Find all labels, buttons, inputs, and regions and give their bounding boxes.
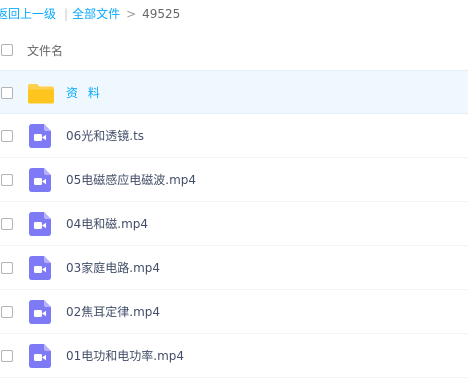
file-name[interactable]: 05电磁感应电磁波.mp4 xyxy=(66,171,196,188)
file-name[interactable]: 01电功和电功率.mp4 xyxy=(66,347,184,364)
back-link[interactable]: 返回上一级 xyxy=(0,7,56,21)
file-list: 资 料 06光和透镜.ts 05电磁感应电磁波.mp4 04电和磁.mp4 03… xyxy=(0,70,468,378)
breadcrumb-current: 49525 xyxy=(142,7,181,21)
video-file-icon xyxy=(29,256,51,280)
list-item[interactable]: 05电磁感应电磁波.mp4 xyxy=(0,158,468,202)
list-item[interactable]: 资 料 xyxy=(0,70,468,114)
file-name[interactable]: 04电和磁.mp4 xyxy=(66,215,148,232)
row-checkbox[interactable] xyxy=(1,174,13,186)
row-checkbox[interactable] xyxy=(1,262,13,274)
list-item[interactable]: 02焦耳定律.mp4 xyxy=(0,290,468,334)
file-name[interactable]: 03家庭电路.mp4 xyxy=(66,259,160,276)
row-checkbox[interactable] xyxy=(1,306,13,318)
folder-icon xyxy=(28,84,54,104)
video-file-icon xyxy=(29,124,51,148)
breadcrumb-separator-bar: | xyxy=(64,7,69,21)
video-file-icon xyxy=(29,168,51,192)
file-name[interactable]: 02焦耳定律.mp4 xyxy=(66,303,160,320)
breadcrumb-separator: > xyxy=(126,7,137,21)
video-file-icon xyxy=(29,300,51,324)
list-item[interactable]: 03家庭电路.mp4 xyxy=(0,246,468,290)
breadcrumb: 返回上一级 | 全部文件 >49525 xyxy=(0,0,468,28)
list-item[interactable]: 04电和磁.mp4 xyxy=(0,202,468,246)
list-item[interactable]: 06光和透镜.ts xyxy=(0,114,468,158)
select-all-checkbox[interactable] xyxy=(1,44,13,56)
list-header: 文件名 xyxy=(0,30,468,70)
row-checkbox[interactable] xyxy=(1,130,13,142)
row-checkbox[interactable] xyxy=(1,87,13,99)
row-checkbox[interactable] xyxy=(1,350,13,362)
file-name[interactable]: 资 料 xyxy=(66,84,103,101)
column-header-filename[interactable]: 文件名 xyxy=(27,42,63,59)
list-item[interactable]: 01电功和电功率.mp4 xyxy=(0,334,468,378)
row-checkbox[interactable] xyxy=(1,218,13,230)
all-files-link[interactable]: 全部文件 xyxy=(72,7,120,21)
file-name[interactable]: 06光和透镜.ts xyxy=(66,127,144,144)
video-file-icon xyxy=(29,344,51,368)
video-file-icon xyxy=(29,212,51,236)
